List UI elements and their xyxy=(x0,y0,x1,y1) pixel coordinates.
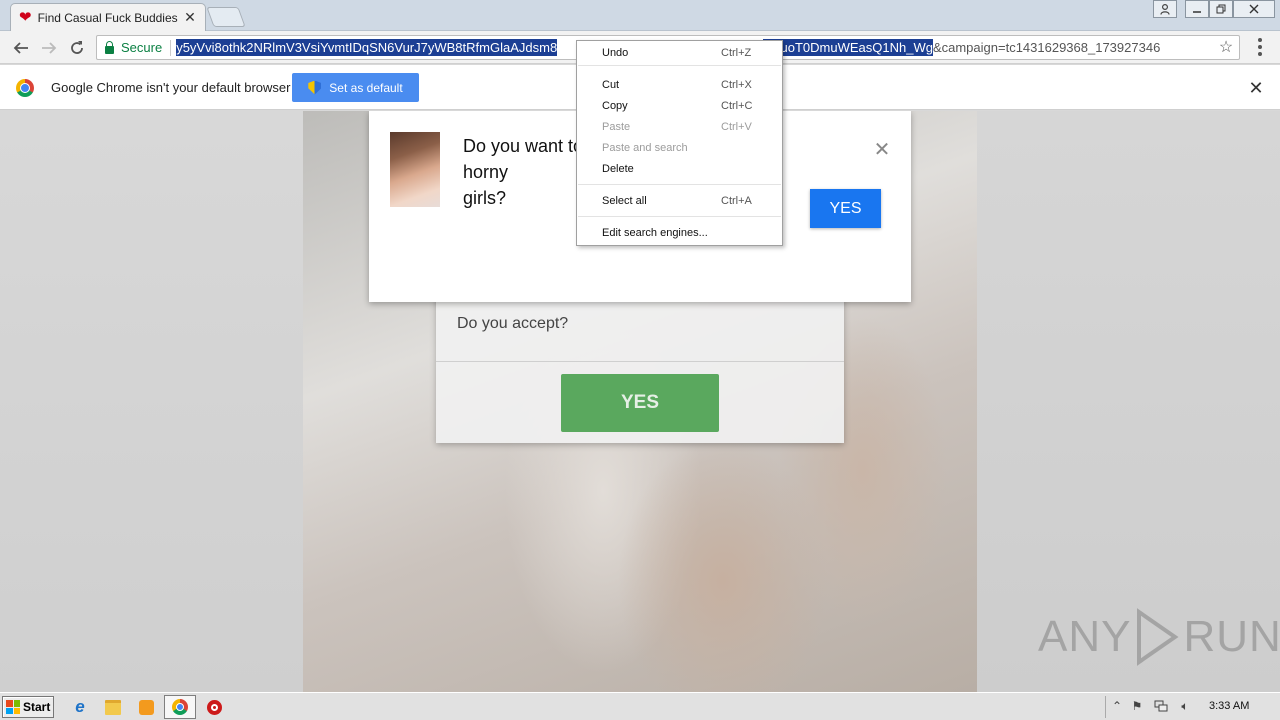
infobar-message: Google Chrome isn't your default browser xyxy=(51,80,291,95)
popup-question-line2: girls? xyxy=(463,188,507,208)
url-unselected-text[interactable]: &campaign=tc1431629368_173927346 xyxy=(933,40,1160,55)
browser-titlebar: ❤ Find Casual Fuck Buddies ✕ xyxy=(0,0,1280,31)
browser-tab[interactable]: ❤ Find Casual Fuck Buddies ✕ xyxy=(10,3,206,31)
ctx-paste[interactable]: Paste Ctrl+V xyxy=(577,117,782,137)
opera-icon[interactable] xyxy=(205,698,223,716)
ctx-copy-label: Copy xyxy=(602,100,628,112)
ctx-select-all-shortcut: Ctrl+A xyxy=(721,195,752,207)
ctx-cut-label: Cut xyxy=(602,79,620,91)
context-menu: Undo Ctrl+Z Cut Ctrl+X Copy Ctrl+C Paste… xyxy=(576,40,783,246)
accept-yes-button[interactable]: YES xyxy=(561,374,719,432)
reload-icon[interactable] xyxy=(65,36,89,60)
start-label: Start xyxy=(23,700,51,714)
popup-question-end: horny xyxy=(463,162,509,182)
watermark-play-icon xyxy=(1135,608,1179,666)
watermark-left-text: ANY xyxy=(1038,612,1132,661)
volume-icon[interactable]: 🔈︎ xyxy=(1177,698,1193,714)
accept-divider xyxy=(436,361,844,362)
popup-question-start: Do you want to xyxy=(463,136,584,156)
uac-shield-icon xyxy=(308,80,322,95)
forward-arrow-icon[interactable] xyxy=(37,36,61,60)
taskbar-clock[interactable]: 3:33 AM xyxy=(1209,700,1249,712)
accept-dialog: Do you accept? YES xyxy=(436,286,844,443)
ctx-separator xyxy=(578,184,781,185)
set-as-default-button[interactable]: Set as default xyxy=(292,73,419,102)
back-arrow-icon[interactable] xyxy=(9,36,33,60)
chrome-icon xyxy=(172,699,188,715)
profile-icon[interactable] xyxy=(1153,0,1177,18)
ctx-separator xyxy=(578,65,781,66)
ctx-paste-label: Paste xyxy=(602,121,631,133)
file-explorer-icon[interactable] xyxy=(104,698,122,716)
ctx-separator xyxy=(578,216,781,217)
new-tab-button[interactable] xyxy=(206,7,246,27)
ctx-delete-label: Delete xyxy=(602,163,634,175)
minimize-button[interactable] xyxy=(1185,0,1209,18)
url-selected-text[interactable]: y5yVvi8othk2NRlmV3VsiYvmtIDqSN6VurJ7yWB8… xyxy=(176,39,558,56)
tab-close-icon[interactable]: ✕ xyxy=(183,9,197,26)
popup-close-icon[interactable]: ✕ xyxy=(872,137,892,162)
windows-taskbar: Start e ⌃ ⚑ 🔈︎ 3:33 AM xyxy=(0,692,1280,720)
ctx-select-all[interactable]: Select all Ctrl+A xyxy=(577,191,782,211)
popup-yes-button[interactable]: YES xyxy=(810,189,881,228)
ctx-edit-search-engines-label: Edit search engines... xyxy=(602,227,708,239)
anyrun-watermark: ANY RUN xyxy=(1038,608,1280,666)
internet-explorer-icon[interactable]: e xyxy=(71,697,89,716)
chrome-taskbar-button[interactable] xyxy=(164,695,196,719)
show-hidden-icons-icon[interactable]: ⌃ xyxy=(1109,698,1125,714)
infobar-close-icon[interactable]: ✕ xyxy=(1246,78,1266,99)
ctx-paste-shortcut: Ctrl+V xyxy=(721,121,752,133)
bookmark-star-icon[interactable]: ☆ xyxy=(1216,37,1236,57)
background-right xyxy=(977,111,1280,692)
action-center-flag-icon[interactable]: ⚑ xyxy=(1129,698,1145,714)
ctx-undo-label: Undo xyxy=(602,47,629,59)
background-left xyxy=(0,111,303,692)
restore-button[interactable] xyxy=(1209,0,1233,18)
window-close-button[interactable] xyxy=(1233,0,1275,18)
set-as-default-label: Set as default xyxy=(329,80,403,95)
ctx-copy[interactable]: Copy Ctrl+C xyxy=(577,96,782,116)
ctx-paste-and-search[interactable]: Paste and search xyxy=(577,138,782,158)
heart-favicon-icon: ❤ xyxy=(19,9,32,26)
ctx-undo[interactable]: Undo Ctrl+Z xyxy=(577,43,782,63)
lock-icon xyxy=(105,40,114,54)
chrome-logo-icon xyxy=(16,79,34,97)
start-button[interactable]: Start xyxy=(2,696,54,718)
ctx-delete[interactable]: Delete xyxy=(577,159,782,179)
ctx-cut[interactable]: Cut Ctrl+X xyxy=(577,75,782,95)
tab-title: Find Casual Fuck Buddies xyxy=(37,10,178,25)
secure-label: Secure xyxy=(121,40,163,55)
browser-menu-icon[interactable] xyxy=(1250,35,1270,59)
ctx-cut-shortcut: Ctrl+X xyxy=(721,79,752,91)
ctx-edit-search-engines[interactable]: Edit search engines... xyxy=(577,223,782,243)
url-selected-tail[interactable]: McuoT0DmuWEasQ1Nh_Wg xyxy=(763,39,933,56)
profile-photo xyxy=(390,132,440,207)
tray-separator xyxy=(1105,696,1106,718)
ctx-paste-and-search-label: Paste and search xyxy=(602,142,688,154)
network-icon[interactable] xyxy=(1153,698,1169,714)
watermark-right-text: RUN xyxy=(1183,612,1280,661)
windows-logo-icon xyxy=(6,700,20,714)
accept-question: Do you accept? xyxy=(457,315,569,332)
address-separator xyxy=(170,39,172,56)
ctx-copy-shortcut: Ctrl+C xyxy=(721,100,753,112)
ctx-select-all-label: Select all xyxy=(602,195,647,207)
ctx-undo-shortcut: Ctrl+Z xyxy=(721,47,752,59)
media-player-icon[interactable] xyxy=(137,698,155,716)
